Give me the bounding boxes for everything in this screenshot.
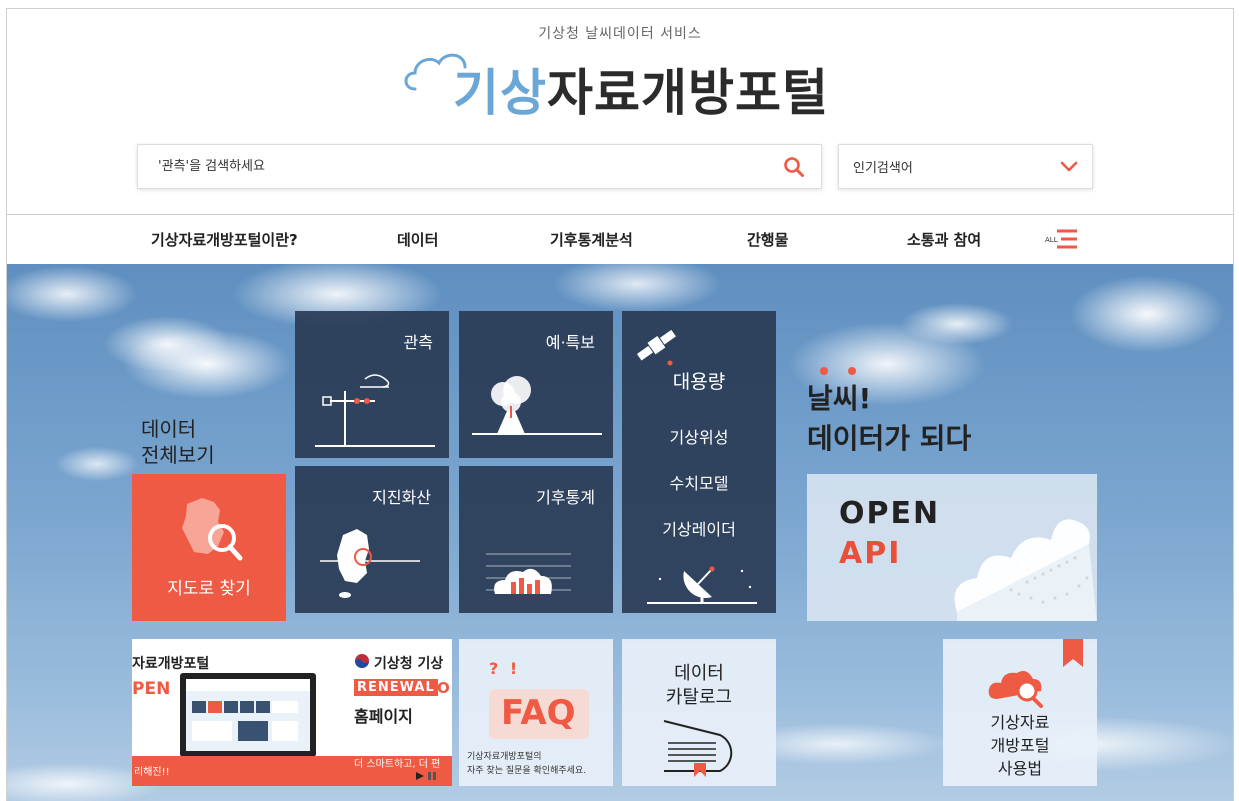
nav-item-community[interactable]: 소통과 참여 — [907, 215, 981, 265]
tile-radar-link[interactable]: 기상레이더 — [622, 516, 776, 540]
cloud-map-icon — [954, 519, 1097, 621]
banner-homepage-text: 홈페이지 — [354, 707, 413, 726]
radar-dish-icon — [647, 566, 757, 604]
site-logo[interactable]: 기상자료개방포털 — [401, 43, 841, 123]
header: 기상청 날씨데이터 서비스 기상자료개방포털 인기검색어 — [7, 9, 1233, 214]
logo-text-dark: 자료개방포털 — [547, 64, 829, 122]
tile-nwp-model-link[interactable]: 수치모델 — [622, 470, 776, 494]
weather-station-icon — [315, 374, 435, 447]
tile-observation-label: 관측 — [403, 333, 433, 352]
tile-climate-stats-label: 기후통계 — [536, 488, 595, 507]
tile-large-data: 대용량 기상위성 수치모델 기상레이더 — [622, 311, 776, 613]
tile-forecast-label: 예·특보 — [545, 333, 595, 352]
tile-earthquake[interactable]: 지진화산 — [295, 466, 449, 613]
banner-renewal-badge: RENEWAL — [354, 679, 438, 696]
tile-earthquake-label: 지진화산 — [372, 488, 431, 507]
catalog-line-2: 카탈로그 — [665, 687, 733, 708]
nav-item-climate-analysis[interactable]: 기후통계분석 — [550, 215, 633, 265]
faq-desc-2: 자주 찾는 질문을 확인해주세요. — [467, 766, 587, 776]
search-box — [137, 144, 822, 189]
map-search-label: 지도로 찾기 — [167, 579, 251, 599]
cloud-search-icon — [988, 671, 1043, 708]
portal-guide-tile[interactable]: 기상자료 개방포털 사용법 — [943, 639, 1097, 786]
faq-marks: ? ! — [489, 659, 521, 678]
tile-large-data-title: 대용량 — [672, 371, 726, 393]
logo-text-blue: 기상 — [453, 64, 547, 122]
bookmark-icon — [1063, 639, 1083, 667]
banner-renewal-tail: O — [437, 679, 450, 697]
open-api-label-open: OPEN — [839, 496, 941, 531]
korea-map-search-icon — [182, 498, 243, 561]
banner-open-text: PEN — [132, 679, 171, 699]
tagline-line-2: 데이터가 되다 — [807, 422, 972, 455]
hero-section: 데이터 전체보기 지도로 찾기 관측 예·특보 대용량 기상위성 수치모델 기상… — [7, 264, 1233, 801]
catalog-book-icon — [663, 720, 733, 777]
banner-left-foot: 리해진!! — [134, 767, 170, 778]
all-menu-label: ALL — [1045, 236, 1058, 244]
banner-kma-text: 기상청 기상 — [374, 656, 444, 672]
tile-satellite-link[interactable]: 기상위성 — [622, 424, 776, 448]
logo-text: 기상자료개방포털 — [453, 53, 829, 125]
popular-search-label: 인기검색어 — [853, 161, 913, 176]
guide-line-3: 사용법 — [997, 759, 1043, 778]
open-api-tile[interactable]: OPEN API — [807, 474, 1097, 621]
all-data-label-1: 데이터 — [141, 417, 197, 441]
menu-icon: ALL — [1045, 229, 1077, 249]
nav-item-publications[interactable]: 간행물 — [747, 215, 788, 265]
volcano-forecast-icon — [472, 376, 602, 435]
nav-item-data[interactable]: 데이터 — [397, 215, 438, 265]
chevron-down-icon — [1060, 161, 1078, 171]
popular-search-dropdown[interactable]: 인기검색어 — [838, 144, 1093, 189]
all-data-label-2: 전체보기 — [141, 443, 215, 467]
site-subtitle: 기상청 날씨데이터 서비스 — [538, 26, 702, 42]
tagline-dots — [820, 367, 856, 375]
faq-title: FAQ — [501, 693, 576, 733]
map-search-tile[interactable]: 지도로 찾기 — [132, 474, 286, 621]
page-frame: 기상청 날씨데이터 서비스 기상자료개방포털 인기검색어 기상자료개방 — [6, 8, 1234, 801]
satellite-icon — [636, 329, 676, 366]
tile-climate-stats[interactable]: 기후통계 — [459, 466, 613, 613]
tagline-line-1: 날씨! — [807, 382, 872, 415]
faq-tile[interactable]: ? ! FAQ 기상자료개방포털의 자주 찾는 질문을 확인해주세요. — [459, 639, 613, 786]
catalog-line-1: 데이터 — [674, 663, 724, 684]
all-menu-button[interactable]: ALL — [1043, 229, 1079, 251]
kma-emblem-icon — [355, 654, 369, 668]
banner-right-foot: 더 스마트하고, 더 편 — [354, 759, 441, 770]
play-pause-icon[interactable] — [414, 770, 438, 782]
earthquake-korea-icon — [320, 529, 420, 598]
search-icon — [784, 156, 804, 177]
tile-observation[interactable]: 관측 — [295, 311, 449, 458]
all-data-link[interactable]: 데이터 전체보기 — [141, 416, 215, 468]
guide-line-2: 개방포털 — [990, 736, 1050, 755]
banner-portal-text: 자료개방포털 — [132, 656, 210, 672]
faq-desc-1: 기상자료개방포털의 — [467, 752, 542, 762]
guide-line-1: 기상자료 — [990, 713, 1050, 732]
search-button[interactable] — [767, 145, 821, 188]
renewal-banner[interactable]: 자료개방포털 PEN 기상청 기상 RENEWAL O 홈페이지 리해진!! 더… — [132, 639, 452, 786]
climate-chart-icon — [486, 553, 571, 594]
tagline: 날씨! 데이터가 되다 — [807, 379, 971, 459]
open-api-label-api: API — [839, 536, 902, 571]
tile-forecast[interactable]: 예·특보 — [459, 311, 613, 458]
search-input[interactable] — [138, 159, 767, 174]
data-catalog-tile[interactable]: 데이터 카탈로그 — [622, 639, 776, 786]
nav-item-about[interactable]: 기상자료개방포털이란? — [151, 215, 298, 265]
main-nav: 기상자료개방포털이란? 데이터 기후통계분석 간행물 소통과 참여 ALL — [7, 214, 1233, 264]
